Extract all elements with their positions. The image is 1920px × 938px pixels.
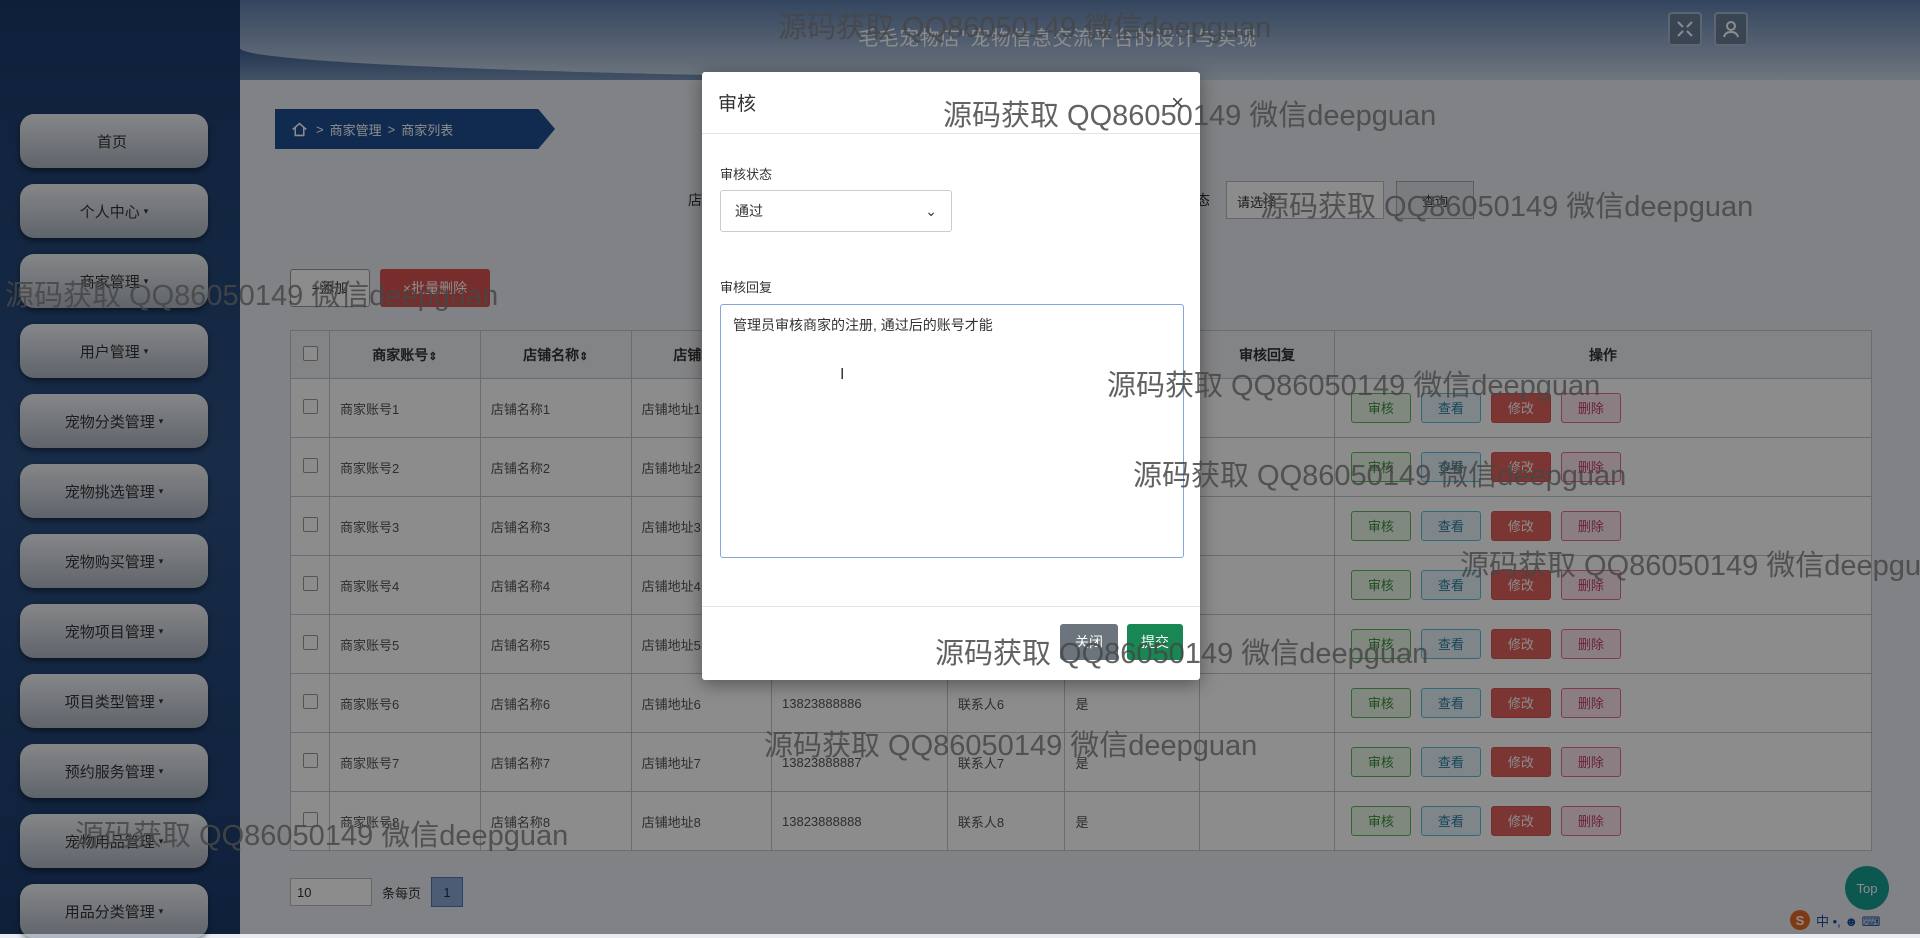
- audit-status-select[interactable]: 通过 ⌄: [720, 190, 952, 232]
- dialog-title: 审核: [718, 94, 757, 115]
- close-icon[interactable]: ×: [1171, 90, 1184, 116]
- dialog-header: 审核 ×: [702, 72, 1200, 134]
- audit-dialog: 审核 × 审核状态 通过 ⌄ 审核回复 管理员审核商家的注册, 通过后的账号才能…: [702, 72, 1200, 680]
- close-button[interactable]: 关闭: [1060, 624, 1118, 660]
- chevron-down-icon: ⌄: [925, 202, 937, 219]
- audit-status-value: 通过: [735, 203, 763, 219]
- audit-status-label: 审核状态: [720, 167, 773, 182]
- submit-button[interactable]: 提交: [1127, 624, 1183, 660]
- audit-reply-label: 审核回复: [720, 280, 773, 295]
- audit-reply-textarea[interactable]: 管理员审核商家的注册, 通过后的账号才能: [720, 304, 1184, 558]
- dialog-footer: [702, 606, 1200, 681]
- text-cursor-icon: I: [840, 366, 845, 383]
